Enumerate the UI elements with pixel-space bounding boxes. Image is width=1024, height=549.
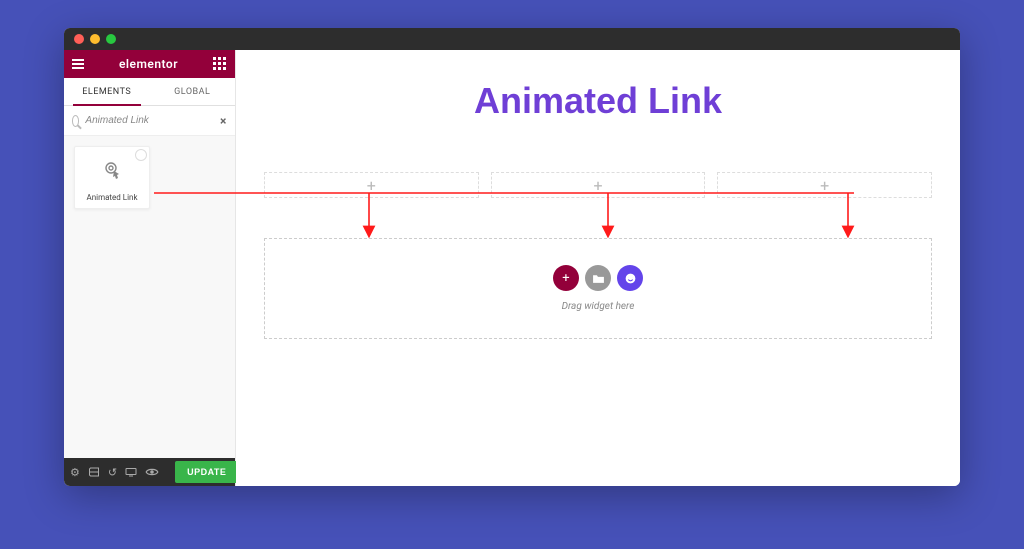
sidebar-tabs: ELEMENTS GLOBAL	[64, 78, 235, 106]
widget-animated-link[interactable]: Animated Link	[74, 146, 150, 209]
widget-list: Animated Link	[64, 136, 235, 458]
app-window: elementor ELEMENTS GLOBAL ×	[64, 28, 960, 486]
preview-icon[interactable]	[145, 465, 159, 479]
history-icon[interactable]: ↺	[108, 465, 117, 479]
add-block-button[interactable]	[617, 265, 643, 291]
apps-grid-icon[interactable]	[213, 57, 227, 71]
editor-sidebar: elementor ELEMENTS GLOBAL ×	[64, 50, 236, 486]
columns-row: + + +	[264, 172, 932, 198]
revisions-icon[interactable]	[88, 465, 100, 479]
search-input[interactable]	[85, 115, 219, 126]
cursor-click-icon	[100, 157, 124, 185]
tab-global[interactable]: GLOBAL	[150, 78, 236, 105]
tab-elements[interactable]: ELEMENTS	[64, 78, 150, 105]
update-button[interactable]: UPDATE	[175, 461, 238, 483]
column-drop-1[interactable]: +	[264, 172, 479, 198]
add-template-button[interactable]	[585, 265, 611, 291]
widget-search: ×	[64, 106, 235, 136]
brand-label: elementor	[84, 57, 213, 71]
settings-icon[interactable]: ⚙	[70, 465, 80, 479]
window-minimize-icon[interactable]	[90, 34, 100, 44]
search-icon	[72, 115, 79, 127]
window-zoom-icon[interactable]	[106, 34, 116, 44]
menu-icon[interactable]	[72, 59, 84, 69]
add-section-button[interactable]: +	[553, 265, 579, 291]
zone-buttons: +	[275, 265, 921, 291]
window-titlebar	[64, 28, 960, 50]
widget-badge-icon	[135, 149, 147, 161]
app-content: elementor ELEMENTS GLOBAL ×	[64, 50, 960, 486]
clear-search-icon[interactable]: ×	[219, 114, 227, 128]
column-drop-3[interactable]: +	[717, 172, 932, 198]
widget-label: Animated Link	[86, 193, 137, 202]
zone-hint-label: Drag widget here	[275, 301, 921, 312]
responsive-icon[interactable]	[125, 465, 137, 479]
page-title: Animated Link	[264, 80, 932, 122]
sidebar-header: elementor	[64, 50, 235, 78]
window-close-icon[interactable]	[74, 34, 84, 44]
column-drop-2[interactable]: +	[491, 172, 706, 198]
sidebar-footer: ⚙ ↺ UPDATE ▲	[64, 458, 235, 486]
new-section-zone[interactable]: + Drag widget here	[264, 238, 932, 339]
editor-canvas: Animated Link + + + + Drag widget here	[236, 50, 960, 486]
